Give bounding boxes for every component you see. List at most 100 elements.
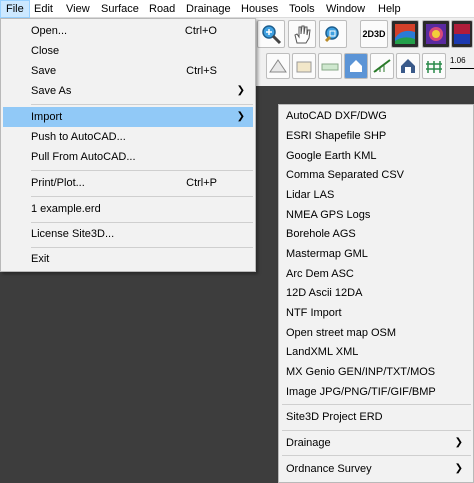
menu-view[interactable]: View <box>60 0 96 18</box>
menu-road[interactable]: Road <box>143 0 181 18</box>
menu-item-import-label: Import <box>31 111 63 123</box>
toggle-2d3d-label: 2D3D <box>362 29 386 39</box>
chevron-right-icon: ❯ <box>454 437 463 448</box>
menu-item-save-shortcut: Ctrl+S <box>186 65 217 77</box>
house-tool-button[interactable] <box>396 53 420 79</box>
menu-item-push-autocad[interactable]: Push to AutoCAD... <box>3 127 253 147</box>
menu-surface[interactable]: Surface <box>95 0 145 18</box>
palette-icon <box>454 24 470 44</box>
contour-view-button[interactable] <box>422 20 450 48</box>
menu-item-close-label: Close <box>31 45 60 57</box>
import-item-drainage-label: Drainage <box>286 437 331 449</box>
menu-bar: File Edit View Surface Road Drainage Hou… <box>0 0 474 18</box>
import-item-12da[interactable]: 12D Ascii 12DA <box>281 283 471 303</box>
import-item-mx-genio[interactable]: MX Genio GEN/INP/TXT/MOS <box>281 362 471 382</box>
import-item-nmea[interactable]: NMEA GPS Logs <box>281 205 471 225</box>
hand-icon <box>294 25 311 44</box>
pan-button[interactable] <box>288 20 316 48</box>
menu-item-recent-file[interactable]: 1 example.erd <box>3 199 253 219</box>
import-item-site3d-erd[interactable]: Site3D Project ERD <box>281 407 471 427</box>
zoom-extents-button[interactable] <box>257 20 285 48</box>
platform-icon <box>321 63 339 71</box>
slope-tool-button[interactable] <box>370 53 394 79</box>
import-item-drainage[interactable]: Drainage ❯ <box>281 433 471 453</box>
import-item-dxf[interactable]: AutoCAD DXF/DWG <box>281 106 471 126</box>
zoom-window-icon <box>324 26 339 43</box>
scale-indicator: 1.06 <box>450 56 474 78</box>
chevron-right-icon: ❯ <box>454 463 463 474</box>
fence-tool-button[interactable] <box>422 53 446 79</box>
menu-separator <box>31 196 253 197</box>
house-water-icon <box>350 60 362 72</box>
scale-line <box>450 68 474 69</box>
zoom-window-button[interactable] <box>319 20 347 48</box>
menu-separator <box>282 455 471 456</box>
chevron-right-icon: ❯ <box>236 85 245 96</box>
import-submenu: AutoCAD DXF/DWG ESRI Shapefile SHP Googl… <box>278 104 474 483</box>
menu-item-license-label: License Site3D... <box>31 228 115 240</box>
import-item-image[interactable]: Image JPG/PNG/TIF/GIF/BMP <box>281 382 471 402</box>
shaded-terrain-icon <box>395 24 415 44</box>
menu-item-open[interactable]: Open... Ctrl+O <box>3 21 253 41</box>
menu-separator <box>31 170 253 171</box>
menu-window[interactable]: Window <box>320 0 371 18</box>
import-item-gml[interactable]: Mastermap GML <box>281 244 471 264</box>
file-menu: Open... Ctrl+O Close Save Ctrl+S Save As… <box>0 18 256 272</box>
menu-item-exit[interactable]: Exit <box>3 249 253 269</box>
menu-drainage[interactable]: Drainage <box>180 0 237 18</box>
menu-separator <box>31 104 253 105</box>
grid-tool-button[interactable] <box>266 53 290 79</box>
menu-item-print-shortcut: Ctrl+P <box>186 177 217 189</box>
menu-separator <box>282 430 471 431</box>
chevron-right-icon: ❯ <box>236 111 245 122</box>
water-tool-button[interactable] <box>344 53 368 79</box>
shaded-view-button[interactable] <box>391 20 419 48</box>
import-item-las[interactable]: Lidar LAS <box>281 185 471 205</box>
menu-item-exit-label: Exit <box>31 253 50 265</box>
menu-item-push-autocad-label: Push to AutoCAD... <box>31 131 126 143</box>
menu-separator <box>31 222 253 223</box>
scale-label: 1.06 <box>450 56 466 65</box>
menu-separator <box>31 247 253 248</box>
zoom-extents-icon <box>262 25 282 45</box>
menu-item-save[interactable]: Save Ctrl+S <box>3 61 253 81</box>
import-item-shp[interactable]: ESRI Shapefile SHP <box>281 126 471 146</box>
contour-icon <box>426 24 446 44</box>
import-item-landxml[interactable]: LandXML XML <box>281 342 471 362</box>
import-item-ordnance-survey[interactable]: Ordnance Survey ❯ <box>281 459 471 479</box>
platform-tool-button[interactable] <box>318 53 342 79</box>
import-item-asc[interactable]: Arc Dem ASC <box>281 264 471 284</box>
menu-file[interactable]: File <box>0 0 30 18</box>
grid-icon <box>269 59 287 73</box>
fence-icon <box>426 61 442 73</box>
menu-item-open-label: Open... <box>31 25 68 37</box>
palette-view-button[interactable] <box>451 20 473 48</box>
slope-icon <box>373 59 391 73</box>
wall-tool-button[interactable] <box>292 53 316 79</box>
menu-item-save-as-label: Save As <box>31 85 72 97</box>
import-item-csv[interactable]: Comma Separated CSV <box>281 165 471 185</box>
menu-item-save-label: Save <box>31 65 57 77</box>
menu-edit[interactable]: Edit <box>28 0 59 18</box>
menu-help[interactable]: Help <box>372 0 407 18</box>
menu-tools[interactable]: Tools <box>283 0 321 18</box>
toggle-2d3d-button[interactable]: 2D3D <box>360 20 388 48</box>
menu-item-print-label: Print/Plot... <box>31 177 85 189</box>
menu-separator <box>282 404 471 405</box>
import-item-kml[interactable]: Google Earth KML <box>281 146 471 166</box>
import-item-ntf[interactable]: NTF Import <box>281 303 471 323</box>
menu-item-import[interactable]: Import ❯ <box>3 107 253 127</box>
menu-item-save-as[interactable]: Save As ❯ <box>3 81 253 101</box>
menu-item-close[interactable]: Close <box>3 41 253 61</box>
menu-item-recent-file-label: 1 example.erd <box>31 203 101 215</box>
import-item-ags[interactable]: Borehole AGS <box>281 224 471 244</box>
menu-item-pull-autocad[interactable]: Pull From AutoCAD... <box>3 147 253 167</box>
house-icon <box>401 59 415 73</box>
wall-icon <box>296 61 312 73</box>
menu-item-pull-autocad-label: Pull From AutoCAD... <box>31 151 136 163</box>
menu-item-print[interactable]: Print/Plot... Ctrl+P <box>3 173 253 193</box>
import-item-osm[interactable]: Open street map OSM <box>281 323 471 343</box>
menu-item-license[interactable]: License Site3D... <box>3 224 253 244</box>
menu-houses[interactable]: Houses <box>235 0 284 18</box>
import-item-ordnance-survey-label: Ordnance Survey <box>286 463 372 475</box>
